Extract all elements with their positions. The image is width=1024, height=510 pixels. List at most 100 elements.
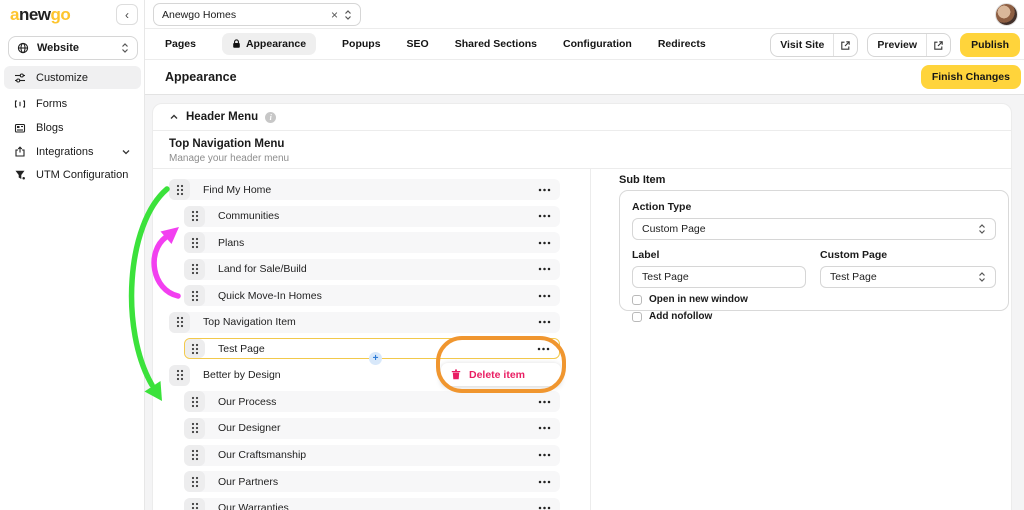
visit-site-button[interactable]: Visit Site <box>770 33 858 57</box>
sidebar-item-customize[interactable]: Customize <box>4 66 141 89</box>
custom-page-select[interactable]: Test Page <box>820 266 996 288</box>
row-options-button[interactable] <box>529 294 560 298</box>
column-divider <box>590 168 591 510</box>
open-new-window-checkbox[interactable] <box>632 295 642 305</box>
sidebar-item-forms[interactable]: Forms <box>4 92 141 115</box>
sidebar-item-label: Forms <box>36 98 67 110</box>
tab-redirects[interactable]: Redirects <box>658 38 706 50</box>
sliders-icon <box>14 72 26 84</box>
funnel-icon <box>14 169 26 181</box>
drag-handle-icon[interactable] <box>169 179 190 200</box>
menu-item-row[interactable]: Quick Move-In Homes <box>184 285 560 306</box>
drag-handle-icon[interactable] <box>169 365 190 386</box>
updown-chevron-icon <box>978 223 986 235</box>
ellipsis-icon <box>538 506 551 510</box>
action-type-select[interactable]: Custom Page <box>632 218 996 240</box>
add-nofollow-option: Add nofollow <box>632 311 996 322</box>
menu-item-row[interactable]: Communities <box>184 206 560 227</box>
row-options-button[interactable] <box>529 267 560 271</box>
clear-icon[interactable]: × <box>331 8 338 22</box>
sidebar-item-utm-configuration[interactable]: UTM Configuration <box>4 163 141 186</box>
tab-appearance[interactable]: Appearance <box>222 33 316 55</box>
section-title: Header Menu <box>186 111 258 123</box>
add-nofollow-label: Add nofollow <box>649 311 712 322</box>
sidebar: anewgo ‹ Website Customize Forms Blogs I… <box>0 0 145 510</box>
chevron-left-icon: ‹ <box>125 8 129 22</box>
tab-configuration[interactable]: Configuration <box>563 38 632 50</box>
row-options-button[interactable] <box>529 241 560 245</box>
menu-item-row[interactable]: Plans <box>184 232 560 253</box>
drag-handle-icon[interactable] <box>184 259 205 280</box>
menu-item-label: Quick Move-In Homes <box>218 290 529 302</box>
label-input[interactable]: Test Page <box>632 266 806 288</box>
drag-handle-icon[interactable] <box>169 312 190 333</box>
site-search-combobox[interactable]: Anewgo Homes × <box>153 3 361 26</box>
menu-item-row[interactable]: Top Navigation Item <box>169 312 560 333</box>
add-nofollow-checkbox[interactable] <box>632 312 642 322</box>
row-options-button[interactable] <box>529 400 560 404</box>
page-title: Appearance <box>165 70 237 84</box>
drag-handle-icon[interactable] <box>184 498 205 510</box>
sidebar-item-label: Customize <box>36 72 88 84</box>
tab-bar-actions: Visit Site Preview Publish <box>770 33 1020 57</box>
drag-handle-icon[interactable] <box>184 232 205 253</box>
drag-handle-icon[interactable] <box>184 471 205 492</box>
open-new-window-option: Open in new window <box>632 294 996 305</box>
drag-handle-icon[interactable] <box>184 391 205 412</box>
delete-item-menu-option[interactable]: Delete item <box>469 369 525 381</box>
ellipsis-icon <box>538 267 551 271</box>
publish-button[interactable]: Publish <box>960 33 1020 57</box>
preview-button[interactable]: Preview <box>867 33 951 57</box>
tab-shared-sections[interactable]: Shared Sections <box>455 38 537 50</box>
row-options-button[interactable] <box>529 453 560 457</box>
menu-item-row[interactable]: Our Partners <box>184 471 560 492</box>
user-avatar[interactable] <box>995 3 1018 26</box>
row-options-button[interactable] <box>529 506 560 510</box>
drag-handle-icon[interactable] <box>184 418 205 439</box>
updown-chevron-icon <box>344 9 352 21</box>
tab-bar: Pages Appearance Popups SEO Shared Secti… <box>145 29 1024 60</box>
menu-item-row[interactable]: Our Designer <box>184 418 560 439</box>
menu-item-row[interactable]: Our Process <box>184 391 560 412</box>
lock-icon <box>232 39 241 49</box>
menu-item-row[interactable]: Land for Sale/Build <box>184 259 560 280</box>
row-options-button[interactable] <box>529 214 560 218</box>
sidebar-item-integrations[interactable]: Integrations <box>4 140 141 163</box>
subsection-description: Manage your header menu <box>169 153 289 164</box>
menu-item-row[interactable]: Our Craftsmanship <box>184 445 560 466</box>
sidebar-item-label: UTM Configuration <box>36 169 128 181</box>
external-link-icon[interactable] <box>833 34 857 56</box>
sidebar-collapse-button[interactable]: ‹ <box>116 4 138 25</box>
tab-seo[interactable]: SEO <box>407 38 429 50</box>
row-options-button[interactable] <box>529 480 560 484</box>
finish-changes-button[interactable]: Finish Changes <box>921 65 1021 89</box>
sidebar-item-label: Blogs <box>36 122 64 134</box>
logo-part-go: go <box>51 5 71 24</box>
drag-handle-icon[interactable] <box>184 445 205 466</box>
row-context-menu: Delete item <box>441 363 561 386</box>
external-link-icon[interactable] <box>926 34 950 56</box>
row-options-button[interactable] <box>529 188 560 192</box>
drag-handle-icon[interactable] <box>185 339 205 358</box>
add-item-button[interactable]: + <box>369 352 382 365</box>
menu-item-row[interactable]: Find My Home <box>169 179 560 200</box>
menu-item-row[interactable]: Our Warranties <box>184 498 560 510</box>
drag-handle-icon[interactable] <box>184 285 205 306</box>
updown-chevron-icon <box>121 42 129 54</box>
tab-popups[interactable]: Popups <box>342 38 381 50</box>
tab-pages[interactable]: Pages <box>165 38 196 50</box>
top-bar: Anewgo Homes × <box>145 0 1024 29</box>
row-options-button[interactable] <box>529 426 560 430</box>
ellipsis-icon <box>538 188 551 192</box>
row-options-button[interactable] <box>529 320 560 324</box>
website-selector[interactable]: Website <box>8 36 138 60</box>
sidebar-item-blogs[interactable]: Blogs <box>4 116 141 139</box>
site-search-value: Anewgo Homes <box>162 9 325 21</box>
logo-part-a: a <box>10 5 19 24</box>
header-menu-section-header[interactable]: Header Menu i <box>153 104 1011 131</box>
row-options-button[interactable] <box>528 347 559 351</box>
menu-item-label: Our Craftsmanship <box>218 449 529 461</box>
action-type-label: Action Type <box>632 201 996 213</box>
ellipsis-icon <box>538 400 551 404</box>
drag-handle-icon[interactable] <box>184 206 205 227</box>
